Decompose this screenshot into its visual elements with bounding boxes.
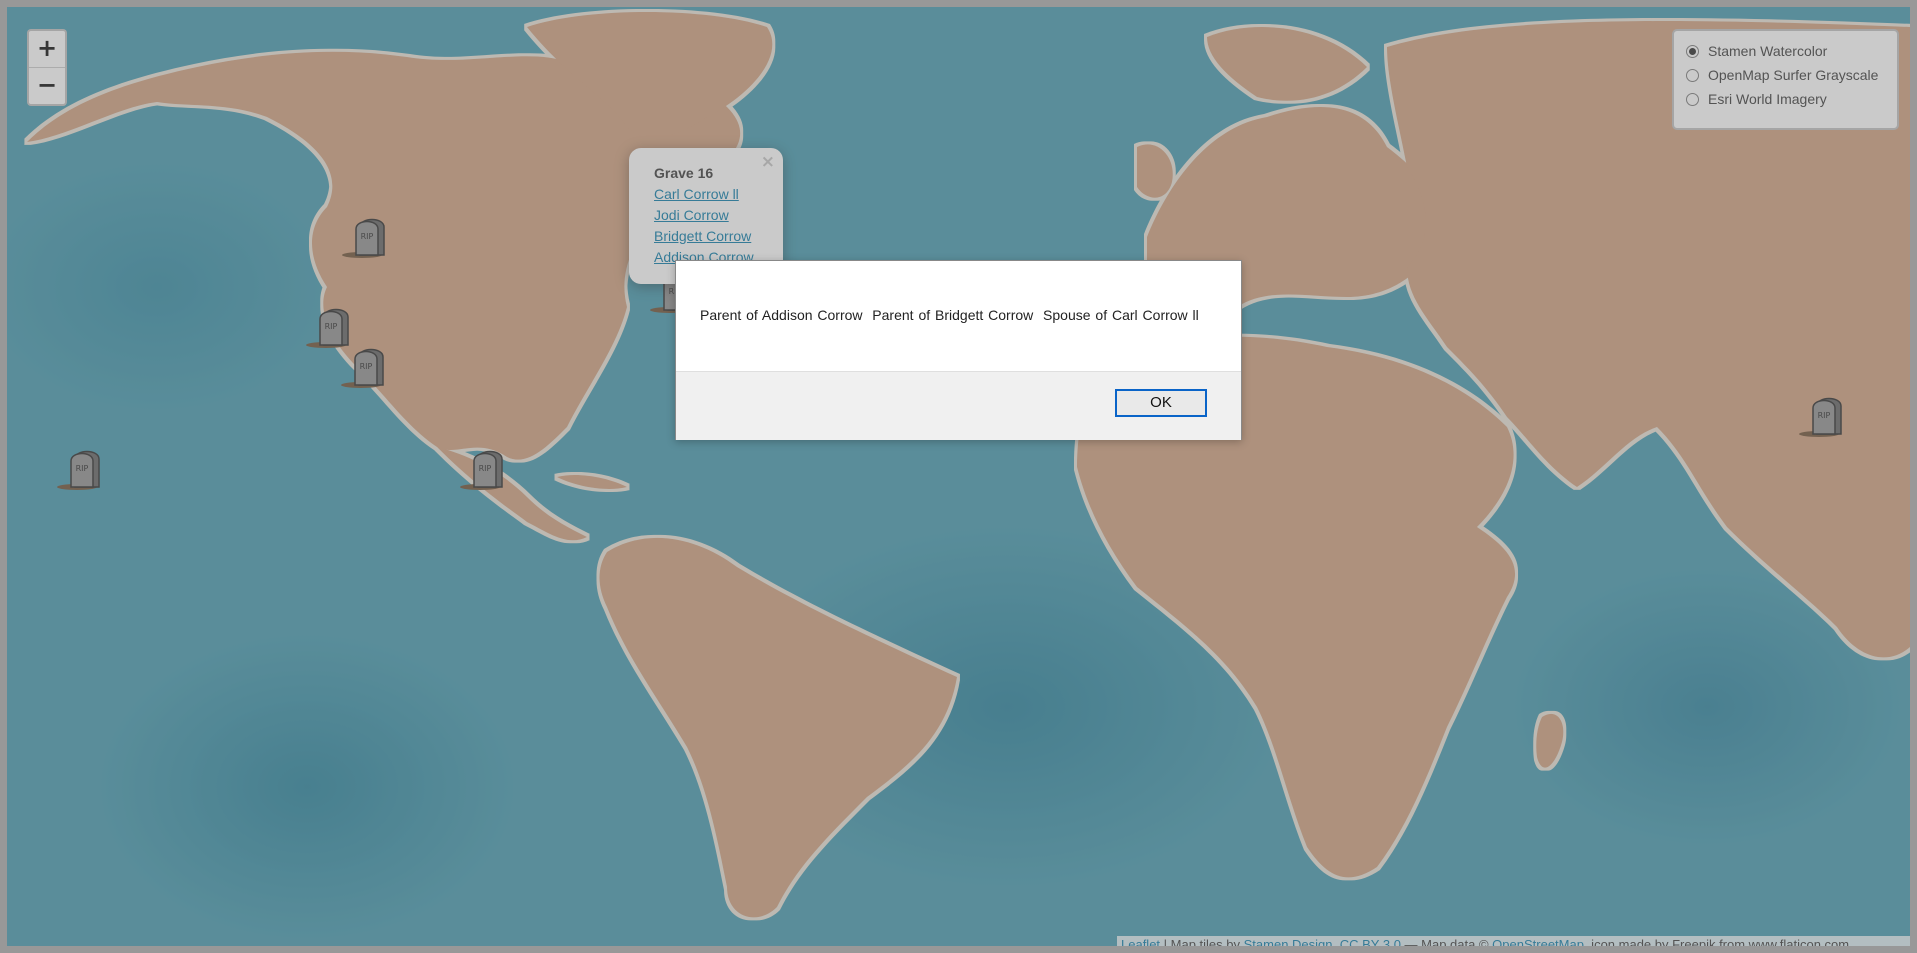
- dialog-footer: OK: [676, 371, 1241, 440]
- dialog-message: Parent of Addison Corrow Parent of Bridg…: [700, 307, 1199, 323]
- modal-backdrop: [0, 0, 1917, 953]
- alert-dialog: Parent of Addison Corrow Parent of Bridg…: [675, 260, 1242, 440]
- ok-button[interactable]: OK: [1115, 389, 1207, 417]
